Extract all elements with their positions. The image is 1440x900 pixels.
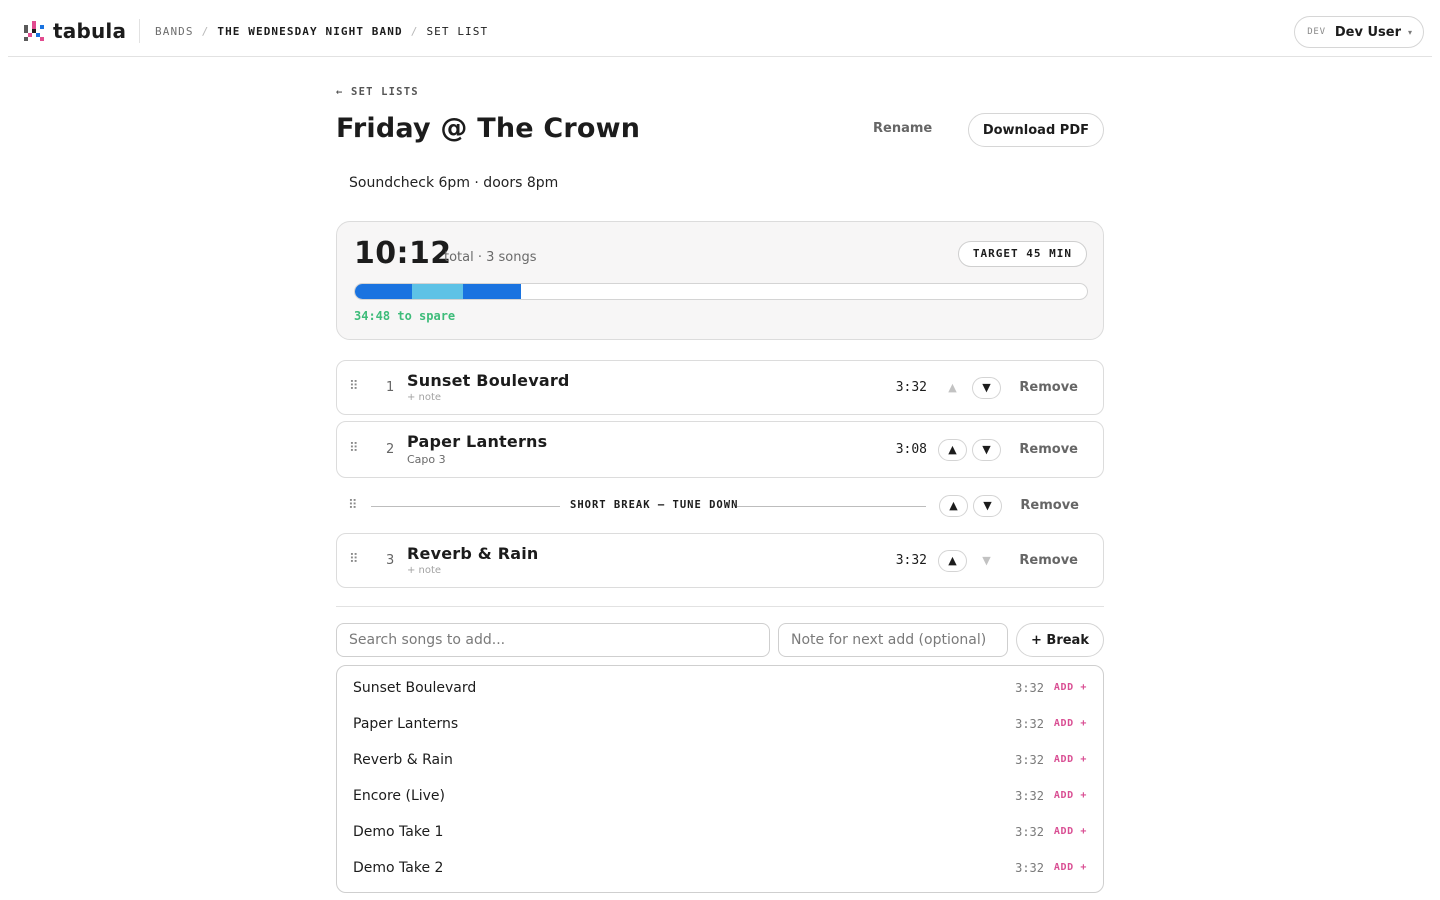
next-add-note-input[interactable] — [778, 623, 1008, 657]
result-title: Demo Take 2 — [353, 860, 444, 876]
breadcrumb-bands[interactable]: BANDS — [155, 25, 194, 38]
result-item[interactable]: Paper Lanterns 3:32 ADD + — [337, 707, 1103, 743]
page-title: Friday @ The Crown — [336, 113, 641, 144]
add-note-link[interactable]: + note — [407, 565, 441, 576]
back-to-set-lists-link[interactable]: ← SET LISTS — [336, 86, 419, 98]
break-label[interactable]: SHORT BREAK — TUNE DOWN — [570, 499, 738, 511]
breadcrumb-separator: / — [410, 25, 419, 38]
move-up-button[interactable]: ▲ — [939, 495, 968, 517]
move-down-button[interactable]: ▼ — [973, 495, 1002, 517]
spare-time: 34:48 to spare — [354, 309, 456, 323]
result-title: Paper Lanterns — [353, 716, 459, 732]
remove-button[interactable]: Remove — [1019, 442, 1078, 457]
song-title: Sunset Boulevard — [407, 371, 570, 390]
result-item[interactable]: Sunset Boulevard 3:32 ADD + — [337, 671, 1103, 707]
progress-segment-break — [412, 284, 464, 299]
drag-handle-icon[interactable]: ⠿ — [349, 441, 358, 456]
tabula-logo-icon — [24, 21, 44, 41]
result-duration: 3:32 — [1015, 861, 1044, 875]
target-duration-button[interactable]: TARGET 45 MIN — [957, 241, 1087, 267]
move-up-button[interactable]: ▲ — [938, 439, 967, 461]
breadcrumb-band[interactable]: THE WEDNESDAY NIGHT BAND — [217, 25, 402, 38]
result-item[interactable]: Demo Take 2 3:32 ADD + — [337, 851, 1103, 887]
song-search-input[interactable] — [336, 623, 770, 657]
result-item[interactable]: Encore (Live) 3:32 ADD + — [337, 779, 1103, 815]
row-number: 3 — [386, 553, 395, 568]
app-logo[interactable]: tabula — [24, 19, 126, 43]
rename-button[interactable]: Rename — [873, 121, 932, 136]
song-title: Paper Lanterns — [407, 432, 548, 451]
result-item[interactable]: Reverb & Rain 3:32 ADD + — [337, 743, 1103, 779]
row-number: 1 — [386, 380, 395, 395]
env-badge: DEV — [1307, 27, 1326, 37]
set-list-note[interactable]: Soundcheck 6pm · doors 8pm — [349, 175, 558, 191]
result-duration: 3:32 — [1015, 717, 1044, 731]
breadcrumb: BANDS / THE WEDNESDAY NIGHT BAND / SET L… — [155, 25, 488, 38]
total-duration: 10:12 — [354, 236, 452, 271]
download-pdf-button[interactable]: Download PDF — [967, 113, 1104, 147]
remove-button[interactable]: Remove — [1020, 498, 1079, 513]
drag-handle-icon[interactable]: ⠿ — [349, 552, 358, 567]
set-row-song[interactable]: ⠿ 1 Sunset Boulevard + note 3:32 ▲ ▼ Rem… — [336, 360, 1104, 415]
remove-button[interactable]: Remove — [1019, 380, 1078, 395]
move-down-button[interactable]: ▼ — [972, 439, 1001, 461]
move-up-button[interactable]: ▲ — [938, 377, 967, 399]
add-song-button[interactable]: ADD + — [1054, 790, 1087, 801]
add-song-button[interactable]: ADD + — [1054, 682, 1087, 693]
set-row-break[interactable]: ⠿ SHORT BREAK — TUNE DOWN ▲ ▼ Remove — [336, 484, 1104, 528]
drag-handle-icon[interactable]: ⠿ — [348, 498, 357, 513]
add-song-button[interactable]: ADD + — [1054, 862, 1087, 873]
user-menu-button[interactable]: DEV Dev User ▾ — [1294, 16, 1424, 48]
set-row-song[interactable]: ⠿ 2 Paper Lanterns Capo 3 3:08 ▲ ▼ Remov… — [336, 421, 1104, 478]
song-duration: 3:32 — [895, 380, 927, 395]
top-bar: tabula BANDS / THE WEDNESDAY NIGHT BAND … — [8, 0, 1432, 57]
result-duration: 3:32 — [1015, 681, 1044, 695]
move-up-button[interactable]: ▲ — [938, 550, 967, 572]
progress-segment-song — [355, 284, 413, 299]
remove-button[interactable]: Remove — [1019, 553, 1078, 568]
total-meta: total · 3 songs — [444, 250, 537, 265]
result-duration: 3:32 — [1015, 789, 1044, 803]
progress-segment-song — [463, 284, 521, 299]
result-duration: 3:32 — [1015, 753, 1044, 767]
song-duration: 3:32 — [895, 553, 927, 568]
duration-progress-bar — [354, 283, 1088, 300]
add-song-button[interactable]: ADD + — [1054, 754, 1087, 765]
breadcrumb-current: SET LIST — [426, 25, 489, 38]
add-break-button[interactable]: + Break — [1016, 623, 1104, 657]
chevron-down-icon: ▾ — [1407, 27, 1412, 37]
add-song-button[interactable]: ADD + — [1054, 826, 1087, 837]
move-down-button[interactable]: ▼ — [972, 550, 1001, 572]
row-number: 2 — [386, 442, 395, 457]
move-down-button[interactable]: ▼ — [972, 377, 1001, 399]
set-row-song[interactable]: ⠿ 3 Reverb & Rain + note 3:32 ▲ ▼ Remove — [336, 533, 1104, 588]
song-title: Reverb & Rain — [407, 544, 539, 563]
app-name: tabula — [53, 19, 127, 43]
duration-summary-card: 10:12 total · 3 songs TARGET 45 MIN 34:4… — [336, 221, 1104, 340]
result-title: Demo Take 1 — [353, 824, 444, 840]
break-divider — [737, 506, 926, 507]
song-note[interactable]: Capo 3 — [407, 453, 446, 466]
drag-handle-icon[interactable]: ⠿ — [349, 379, 358, 394]
add-song-button[interactable]: ADD + — [1054, 718, 1087, 729]
song-search-results: Sunset Boulevard 3:32 ADD + Paper Lanter… — [336, 665, 1104, 893]
section-divider — [336, 606, 1104, 607]
break-divider — [371, 506, 560, 507]
result-item[interactable]: Demo Take 1 3:32 ADD + — [337, 815, 1103, 851]
user-name: Dev User — [1334, 24, 1401, 40]
top-divider — [139, 19, 140, 43]
result-title: Reverb & Rain — [353, 752, 453, 768]
result-title: Encore (Live) — [353, 788, 446, 804]
result-duration: 3:32 — [1015, 825, 1044, 839]
result-title: Sunset Boulevard — [353, 680, 477, 696]
song-duration: 3:08 — [895, 442, 927, 457]
breadcrumb-separator: / — [201, 25, 210, 38]
add-note-link[interactable]: + note — [407, 392, 441, 403]
